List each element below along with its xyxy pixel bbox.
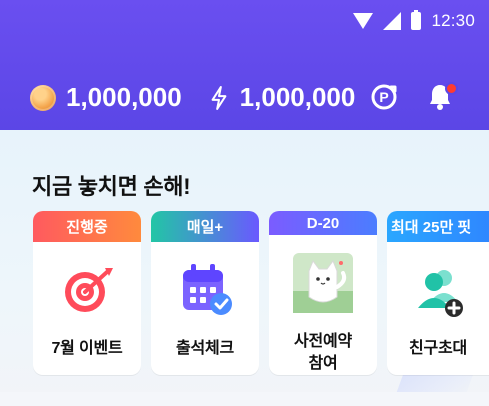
card-label-line1: 사전예약 (293, 333, 353, 350)
energy-balance: 1,000,000 (239, 82, 356, 112)
svg-text:P: P (379, 89, 388, 105)
bottom-area (0, 392, 489, 406)
calendar-check-icon (173, 258, 237, 322)
coin-icon (30, 84, 56, 111)
promo-card-pre-registration[interactable]: D-20 사전예약 참여 (269, 211, 377, 375)
promo-card-july-event[interactable]: 진행중 7월 이벤트 (33, 211, 141, 375)
card-label: 출석체크 (175, 340, 235, 357)
top-header: 12:30 1,000,000 1,000,000 P (0, 0, 489, 130)
card-tag: 최대 25만 핏 (387, 211, 489, 242)
cellular-signal-icon (383, 12, 402, 30)
wifi-icon (353, 13, 374, 29)
promo-card-invite-friends[interactable]: 최대 25만 핏 친구초대 (387, 211, 489, 375)
points-refresh-icon: P (371, 84, 397, 110)
promo-card-attendance-check[interactable]: 매일+ 출석체크 (151, 211, 259, 375)
battery-icon (411, 10, 422, 30)
card-label: 7월 이벤트 (51, 340, 123, 357)
notification-badge-dot (445, 82, 458, 95)
lightning-icon (208, 85, 230, 111)
card-label: 사전예약 참여 (294, 331, 352, 375)
card-tag: 매일+ (151, 211, 259, 242)
card-tag: 진행중 (33, 211, 141, 242)
promo-card-list: 진행중 7월 이벤트 매일+ 출석체크 D-20 사전예약 참여 최대 25만 … (33, 211, 489, 375)
card-tag: D-20 (269, 211, 377, 235)
points-refresh-button[interactable]: P (367, 80, 401, 114)
card-label: 친구초대 (408, 340, 468, 357)
cat-photo-icon (291, 251, 355, 315)
status-time: 12:30 (431, 11, 475, 30)
status-bar: 12:30 (353, 10, 475, 32)
header-actions: P (367, 80, 458, 114)
add-friend-icon (406, 258, 470, 322)
target-icon (55, 258, 119, 322)
card-label-line2: 참여 (308, 355, 338, 372)
coin-balance: 1,000,000 (66, 82, 182, 112)
notifications-button[interactable] (423, 80, 458, 114)
section-title: 지금 놓치면 손해! (32, 174, 191, 199)
wallet-balances: 1,000,000 1,000,000 (30, 82, 355, 113)
